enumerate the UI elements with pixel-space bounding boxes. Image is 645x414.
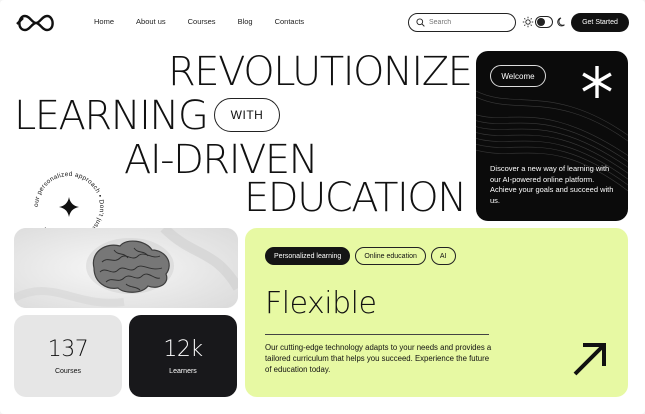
tag-personalized-learning[interactable]: Personalized learning bbox=[265, 247, 351, 265]
headline-line-1: REVOLUTIONIZE bbox=[168, 49, 473, 95]
headline-line-3: AI-DRIVEN bbox=[124, 137, 319, 183]
headline-line-2: LEARNING bbox=[14, 93, 209, 139]
divider bbox=[265, 334, 489, 335]
with-pill: WITH bbox=[214, 98, 280, 132]
feature-card: Personalized learning Online education A… bbox=[245, 228, 628, 397]
theme-toggle[interactable] bbox=[535, 16, 553, 28]
stat-value: 137 bbox=[47, 337, 89, 362]
search-input[interactable] bbox=[429, 19, 509, 26]
welcome-card: Welcome Discover a new way of learning w… bbox=[476, 51, 628, 221]
asterisk-icon bbox=[582, 66, 612, 98]
brain-image-card bbox=[14, 228, 238, 308]
sun-icon[interactable] bbox=[522, 16, 534, 28]
welcome-pill-button[interactable]: Welcome bbox=[490, 65, 546, 87]
tag-list: Personalized learning Online education A… bbox=[265, 247, 461, 265]
headline-line-4: EDUCATION bbox=[244, 175, 467, 221]
stat-card-courses: 137 Courses bbox=[14, 315, 122, 397]
nav-about-us[interactable]: About us bbox=[136, 17, 166, 26]
welcome-description: Discover a new way of learning with our … bbox=[490, 164, 614, 205]
stat-card-learners: 12k Learners bbox=[129, 315, 237, 397]
toggle-knob bbox=[537, 18, 545, 26]
feature-title: Flexible bbox=[265, 286, 377, 321]
feature-description: Our cutting-edge technology adapts to yo… bbox=[265, 343, 492, 374]
stat-value: 12k bbox=[163, 337, 203, 362]
landing-page: Home About us Courses Blog Contacts Get … bbox=[0, 0, 645, 414]
tag-online-education[interactable]: Online education bbox=[355, 247, 426, 265]
brain-illustration bbox=[14, 228, 238, 308]
get-started-button[interactable]: Get Started bbox=[571, 13, 629, 32]
moon-icon[interactable] bbox=[556, 16, 568, 28]
nav-courses[interactable]: Courses bbox=[188, 17, 216, 26]
sparkle-icon bbox=[59, 197, 79, 217]
search-box[interactable] bbox=[408, 13, 516, 32]
nav-contacts[interactable]: Contacts bbox=[275, 17, 305, 26]
stat-label: Courses bbox=[54, 368, 82, 375]
infinity-logo-icon[interactable] bbox=[14, 12, 58, 34]
nav-blog[interactable]: Blog bbox=[238, 17, 253, 26]
tag-ai[interactable]: AI bbox=[430, 247, 456, 265]
stat-label: Learners bbox=[169, 368, 197, 375]
nav-home[interactable]: Home bbox=[94, 17, 114, 26]
main-nav: Home About us Courses Blog Contacts bbox=[94, 17, 326, 26]
arrow-up-right-icon[interactable] bbox=[571, 340, 609, 378]
search-icon bbox=[416, 18, 425, 27]
